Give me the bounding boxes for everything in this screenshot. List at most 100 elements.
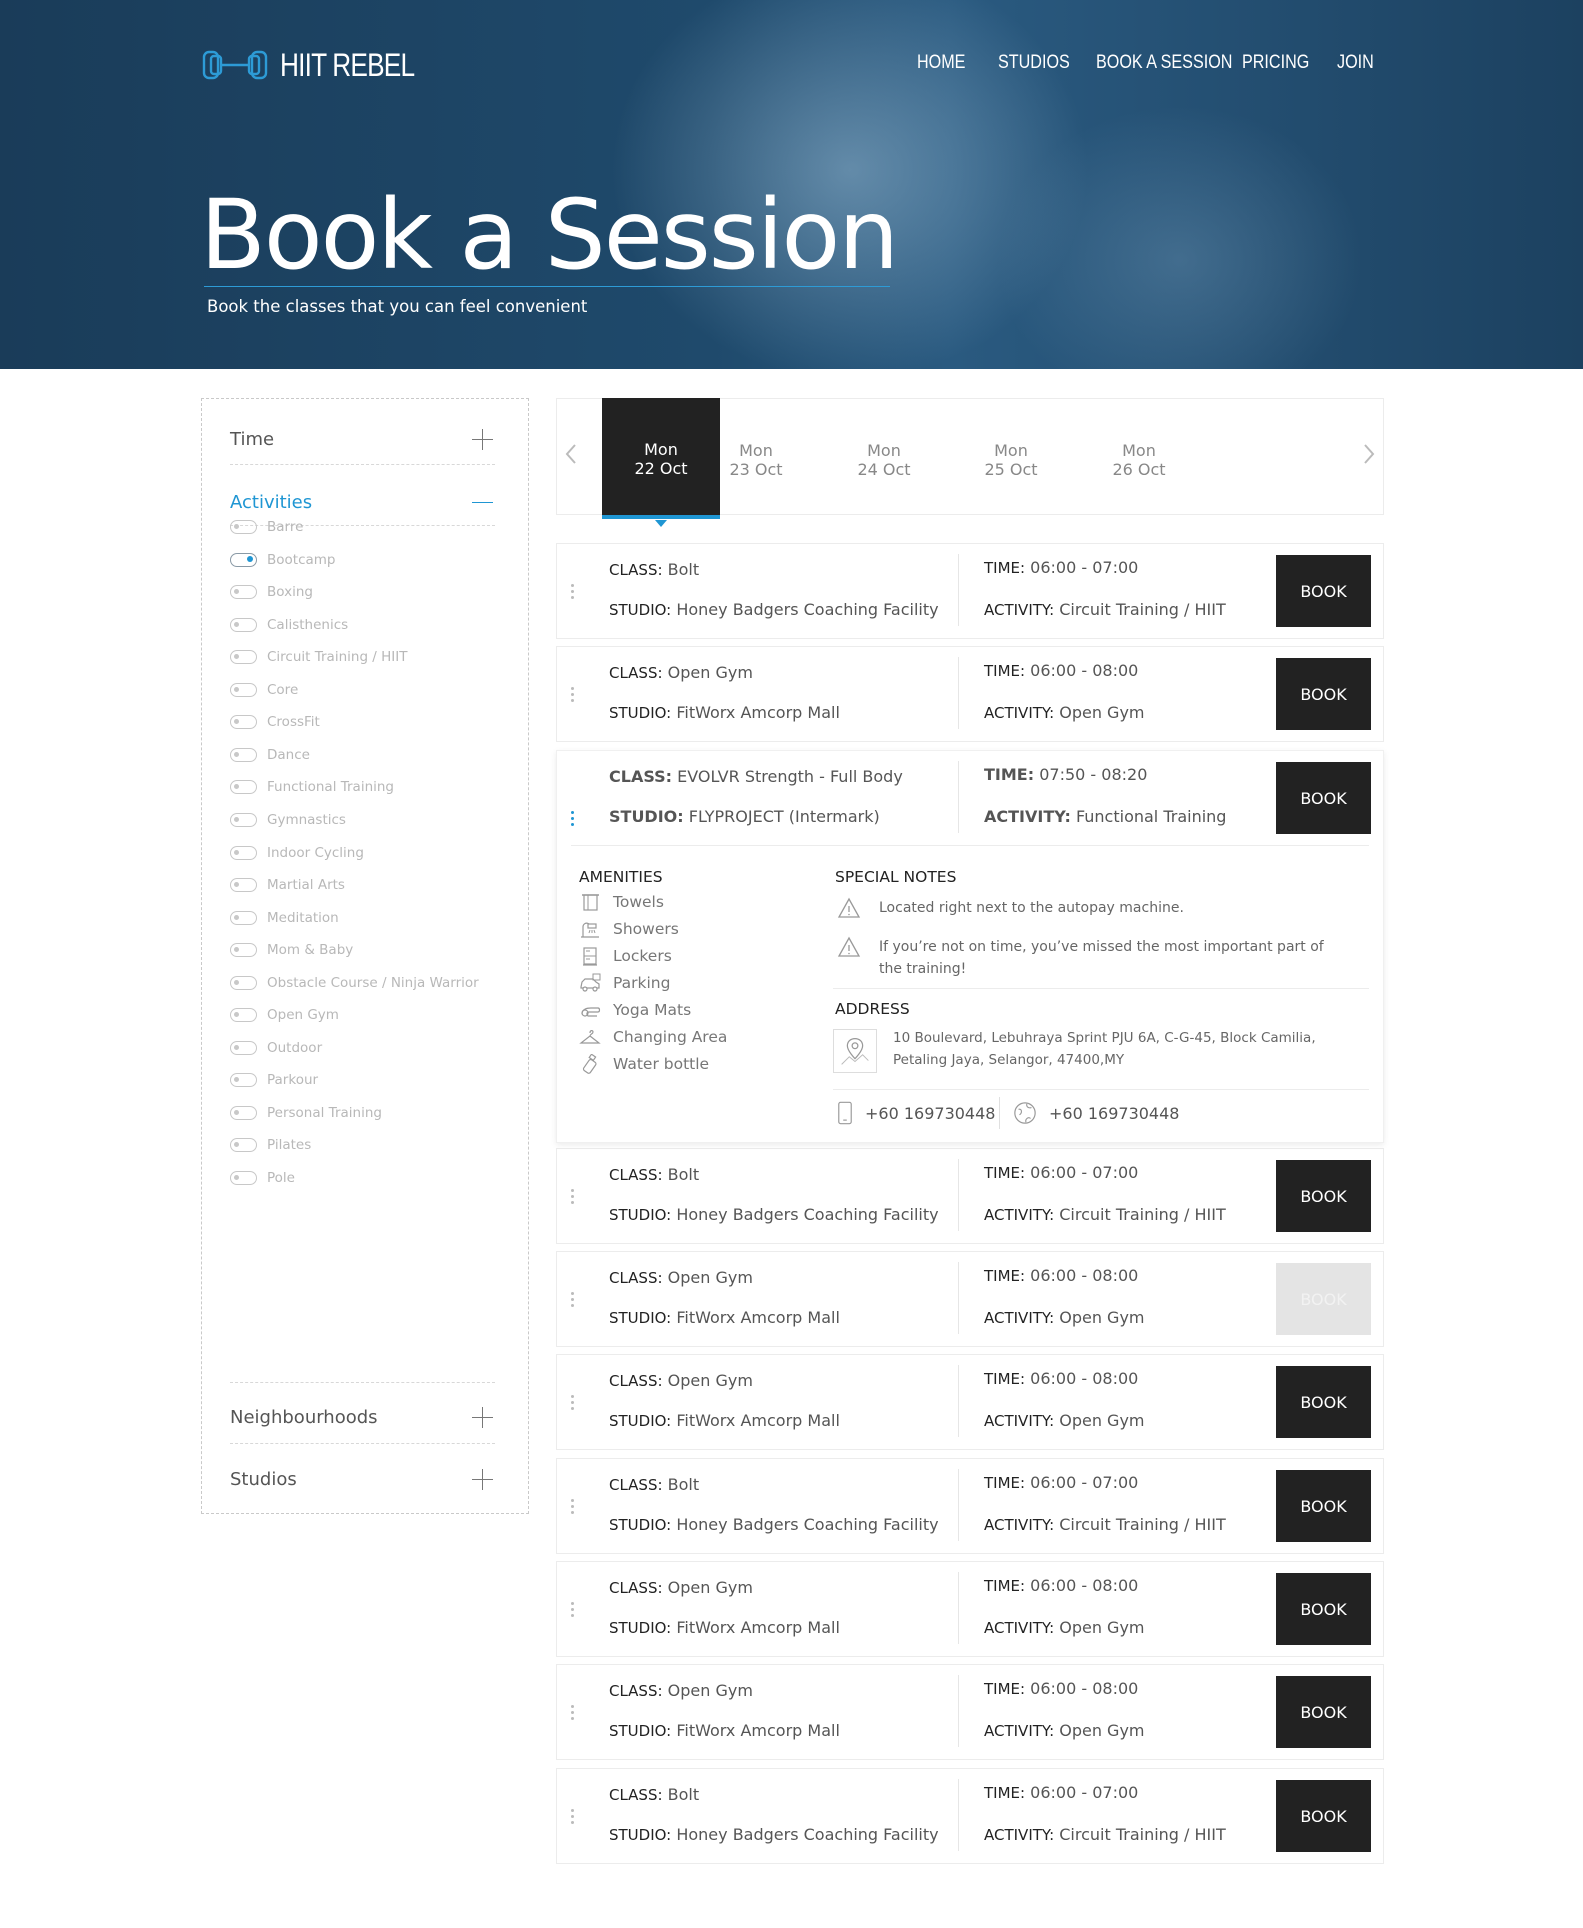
toggle-switch[interactable]: [230, 1008, 257, 1023]
time-value: 06:00 - 07:00: [1030, 1163, 1139, 1182]
amenity-item: Lockers: [579, 946, 672, 966]
date-tab[interactable]: Mon 26 Oct: [1080, 399, 1198, 515]
date-tab[interactable]: Mon 24 Oct: [825, 399, 943, 515]
activity-filter-item[interactable]: Open Gym: [230, 1007, 339, 1023]
activity-filter-item[interactable]: Gymnastics: [230, 812, 346, 828]
activity-field: ACTIVITY: Circuit Training / HIIT: [984, 600, 1226, 619]
toggle-switch[interactable]: [230, 1073, 257, 1088]
toggle-switch[interactable]: [230, 520, 257, 534]
toggle-switch[interactable]: [230, 617, 257, 632]
studio-label: STUDIO:: [609, 601, 672, 619]
nav-book-a-session[interactable]: BOOK A SESSION: [1096, 52, 1232, 74]
more-options-icon[interactable]: [571, 811, 575, 829]
more-options-icon[interactable]: [571, 1189, 575, 1207]
activity-filter-item[interactable]: Martial Arts: [230, 877, 345, 893]
filter-studios-toggle[interactable]: Studios: [230, 1445, 495, 1505]
activity-field: ACTIVITY: Open Gym: [984, 1308, 1145, 1327]
nav-pricing[interactable]: PRICING: [1242, 52, 1309, 74]
activity-filter-label: Bootcamp: [267, 551, 336, 568]
phone-contact[interactable]: +60 169730448: [837, 1101, 995, 1125]
activity-filter-item[interactable]: Indoor Cycling: [230, 845, 364, 861]
date-tab[interactable]: Mon 23 Oct: [697, 399, 815, 515]
activity-filter-item[interactable]: Barre: [230, 519, 303, 535]
book-button[interactable]: BOOK: [1276, 1676, 1371, 1748]
class-field: CLASS: Bolt: [609, 1165, 699, 1184]
book-button[interactable]: BOOK: [1276, 1573, 1371, 1645]
toggle-switch[interactable]: [230, 1105, 257, 1120]
activity-filter-item[interactable]: Core: [230, 682, 298, 698]
book-button[interactable]: BOOK: [1276, 1470, 1371, 1542]
book-button[interactable]: BOOK: [1276, 1366, 1371, 1438]
activity-filter-item[interactable]: Mom & Baby: [230, 942, 353, 958]
activity-filter-label: Calisthenics: [267, 616, 349, 633]
book-button[interactable]: BOOK: [1276, 1780, 1371, 1852]
book-button[interactable]: BOOK: [1276, 762, 1371, 834]
filter-time-toggle[interactable]: Time: [230, 405, 495, 465]
main-nav: HOME STUDIOS BOOK A SESSION PRICING JOIN: [0, 52, 1583, 82]
more-options-icon[interactable]: [571, 1292, 575, 1310]
time-label: TIME:: [984, 559, 1026, 577]
activity-field: ACTIVITY: Open Gym: [984, 703, 1145, 722]
prev-date-button[interactable]: [563, 441, 579, 467]
activity-filter-item[interactable]: Pole: [230, 1170, 295, 1186]
book-button: BOOK: [1276, 1263, 1371, 1335]
nav-studios[interactable]: STUDIOS: [998, 52, 1070, 74]
activity-filter-item[interactable]: Obstacle Course / Ninja Warrior: [230, 975, 479, 991]
date-tab[interactable]: Mon 25 Oct: [952, 399, 1070, 515]
toggle-switch[interactable]: [230, 780, 257, 795]
toggle-switch[interactable]: [230, 552, 257, 567]
more-options-icon[interactable]: [571, 584, 575, 602]
toggle-switch[interactable]: [230, 1040, 257, 1055]
filter-activities-toggle[interactable]: Activities: [230, 468, 495, 526]
next-date-button[interactable]: [1361, 441, 1377, 467]
toggle-switch[interactable]: [230, 1171, 257, 1185]
activity-filter-item[interactable]: Meditation: [230, 910, 339, 926]
toggle-switch[interactable]: [230, 715, 257, 730]
activity-filter-item[interactable]: Calisthenics: [230, 617, 348, 633]
book-button[interactable]: BOOK: [1276, 1160, 1371, 1232]
more-options-icon[interactable]: [571, 1499, 575, 1517]
activity-filter-item[interactable]: Functional Training: [230, 779, 394, 795]
class-field: CLASS: EVOLVR Strength - Full Body: [609, 767, 903, 786]
nav-join[interactable]: JOIN: [1337, 52, 1374, 74]
session-card: CLASS: Open Gym STUDIO: FitWorx Amcorp Ma…: [556, 1664, 1384, 1760]
more-options-icon[interactable]: [571, 1705, 575, 1723]
toggle-switch[interactable]: [230, 585, 257, 600]
toggle-switch[interactable]: [230, 878, 257, 893]
column-divider: [958, 554, 959, 626]
studio-label: STUDIO:: [609, 1206, 672, 1224]
special-notes-title: SPECIAL NOTES: [835, 868, 957, 886]
web-contact[interactable]: +60 169730448: [1013, 1101, 1179, 1125]
filter-neighbourhoods-toggle[interactable]: Neighbourhoods: [230, 1382, 495, 1444]
activity-filter-item[interactable]: Outdoor: [230, 1040, 322, 1056]
time-value: 06:00 - 08:00: [1030, 1266, 1139, 1285]
more-options-icon[interactable]: [571, 1602, 575, 1620]
activity-filter-item[interactable]: Dance: [230, 747, 310, 763]
studio-label: STUDIO:: [609, 807, 684, 826]
toggle-switch[interactable]: [230, 812, 257, 827]
toggle-switch[interactable]: [230, 682, 257, 697]
activity-filter-item[interactable]: Boxing: [230, 584, 313, 600]
activity-filter-item[interactable]: Bootcamp: [230, 552, 336, 568]
book-button[interactable]: BOOK: [1276, 658, 1371, 730]
more-options-icon[interactable]: [571, 687, 575, 705]
activity-filter-item[interactable]: CrossFit: [230, 714, 320, 730]
more-options-icon[interactable]: [571, 1809, 575, 1827]
activity-filter-item[interactable]: Pilates: [230, 1137, 311, 1153]
activity-filter-item[interactable]: Circuit Training / HIIT: [230, 649, 408, 665]
activity-filter-item[interactable]: Personal Training: [230, 1105, 382, 1121]
toggle-switch[interactable]: [230, 910, 257, 925]
time-value: 06:00 - 07:00: [1030, 1783, 1139, 1802]
nav-home[interactable]: HOME: [917, 52, 965, 74]
activity-filter-label: Circuit Training / HIIT: [267, 649, 408, 666]
toggle-switch[interactable]: [230, 845, 257, 860]
activity-filter-item[interactable]: Parkour: [230, 1072, 318, 1088]
toggle-switch[interactable]: [230, 943, 257, 958]
toggle-switch[interactable]: [230, 1138, 257, 1153]
more-options-icon[interactable]: [571, 1395, 575, 1413]
toggle-switch[interactable]: [230, 747, 257, 762]
toggle-switch[interactable]: [230, 975, 257, 990]
activity-label: ACTIVITY:: [984, 1206, 1055, 1224]
book-button[interactable]: BOOK: [1276, 555, 1371, 627]
toggle-switch[interactable]: [230, 650, 257, 665]
